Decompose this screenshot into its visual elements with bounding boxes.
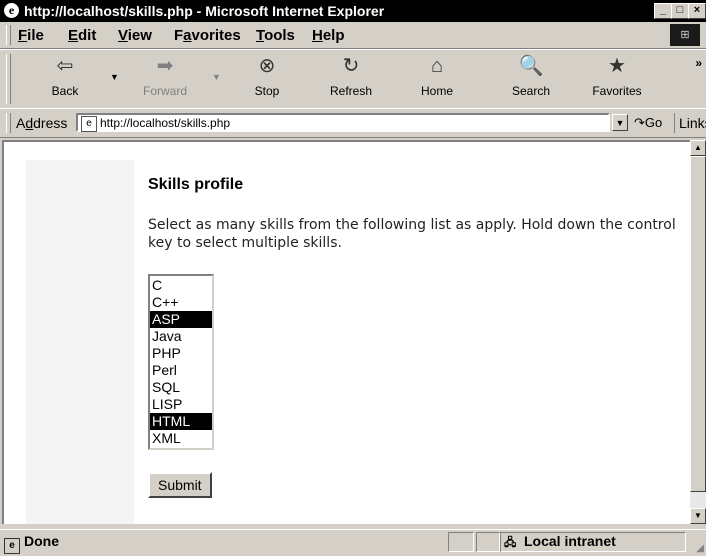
toolbar-more-chevron-icon[interactable]: » — [695, 56, 702, 70]
menu-file[interactable]: File — [18, 27, 44, 44]
skill-option-cpp[interactable]: C++ — [150, 294, 212, 311]
address-label: Address — [16, 115, 68, 131]
menu-help[interactable]: Help — [312, 27, 345, 44]
skill-option-c[interactable]: C — [150, 277, 212, 294]
vertical-scrollbar[interactable]: ▲ ▼ — [690, 140, 706, 524]
skill-option-asp[interactable]: ASP — [150, 311, 212, 328]
favorites-button[interactable]: ★ Favorites — [582, 54, 652, 104]
address-dropdown-button[interactable]: ▼ — [612, 114, 628, 131]
forward-button[interactable]: ➡ Forward — [130, 54, 200, 104]
intranet-icon: 🖧 — [504, 537, 517, 549]
search-icon: 🔍 — [518, 55, 544, 77]
title-bar: e http://localhost/skills.php - Microsof… — [0, 0, 706, 22]
skill-option-perl[interactable]: Perl — [150, 362, 212, 379]
address-grip[interactable] — [6, 113, 11, 133]
security-zone: 🖧 Local intranet — [504, 533, 616, 549]
back-dropdown-arrow[interactable]: ▼ — [110, 72, 119, 82]
menu-bar: File Edit View Favorites Tools Help ⊞ — [0, 22, 706, 49]
page-content: Skills profile Select as many skills fro… — [148, 176, 678, 498]
back-arrow-icon: ⇦ — [56, 55, 74, 77]
skill-option-java[interactable]: Java — [150, 328, 212, 345]
go-arrow-icon: ↷ — [634, 115, 645, 130]
stop-button[interactable]: ⊗ Stop — [232, 54, 302, 104]
home-button[interactable]: ⌂ Home — [402, 54, 472, 104]
refresh-icon: ↻ — [342, 55, 360, 77]
search-button[interactable]: 🔍 Search — [496, 54, 566, 104]
minimize-button[interactable]: _ — [654, 3, 672, 19]
standard-toolbar: ⇦ Back ▼ ➡ Forward ▼ ⊗ Stop ↻ Refresh ⌂ … — [0, 49, 706, 109]
favorites-icon: ★ — [608, 55, 626, 77]
menu-favorites[interactable]: Favorites — [174, 27, 241, 44]
links-button[interactable]: Links — [674, 113, 706, 133]
skills-listbox[interactable]: C C++ ASP Java PHP Perl SQL LISP HTML XM… — [148, 274, 214, 450]
skill-option-xml[interactable]: XML — [150, 430, 212, 447]
forward-arrow-icon: ➡ — [156, 55, 174, 77]
window-title: http://localhost/skills.php - Microsoft … — [24, 3, 385, 19]
address-url: http://localhost/skills.php — [100, 116, 231, 130]
menu-view[interactable]: View — [118, 27, 152, 44]
address-input[interactable]: e http://localhost/skills.php — [76, 113, 610, 132]
resize-grip-icon[interactable]: ◢ — [696, 543, 704, 554]
status-pane — [448, 532, 474, 552]
address-bar: Address e http://localhost/skills.php ▼ … — [0, 108, 706, 138]
go-button[interactable]: ↷Go — [634, 115, 662, 131]
refresh-button[interactable]: ↻ Refresh — [316, 54, 386, 104]
status-pane — [476, 532, 500, 552]
page-icon: e — [81, 116, 97, 132]
skill-option-html[interactable]: HTML — [150, 413, 212, 430]
scroll-down-arrow-icon[interactable]: ▼ — [690, 508, 706, 524]
toolbar-grip[interactable] — [6, 54, 11, 104]
menu-grip[interactable] — [6, 25, 11, 45]
page-viewport: Skills profile Select as many skills fro… — [2, 140, 690, 524]
status-bar: e Done 🖧 Local intranet ◢ — [0, 529, 706, 556]
page-instructions: Select as many skills from the following… — [148, 217, 676, 251]
page-heading: Skills profile — [148, 176, 244, 193]
submit-button[interactable]: Submit — [148, 472, 212, 498]
skill-option-lisp[interactable]: LISP — [150, 396, 212, 413]
skill-option-php[interactable]: PHP — [150, 345, 212, 362]
menu-edit[interactable]: Edit — [68, 27, 96, 44]
page-left-column — [26, 160, 134, 524]
page-status-icon: e — [4, 538, 20, 554]
ie-logo-icon: e — [4, 3, 19, 18]
maximize-button[interactable]: □ — [671, 3, 689, 19]
back-button[interactable]: ⇦ Back — [30, 54, 100, 104]
windows-logo-icon: ⊞ — [670, 24, 700, 46]
scroll-up-arrow-icon[interactable]: ▲ — [690, 140, 706, 156]
status-text: e Done — [4, 533, 59, 554]
close-button[interactable]: × — [688, 3, 706, 19]
stop-icon: ⊗ — [258, 55, 276, 77]
scrollbar-thumb[interactable] — [690, 156, 706, 492]
home-icon: ⌂ — [430, 55, 444, 77]
skill-option-sql[interactable]: SQL — [150, 379, 212, 396]
menu-tools[interactable]: Tools — [256, 27, 295, 44]
forward-dropdown-arrow[interactable]: ▼ — [212, 72, 221, 82]
